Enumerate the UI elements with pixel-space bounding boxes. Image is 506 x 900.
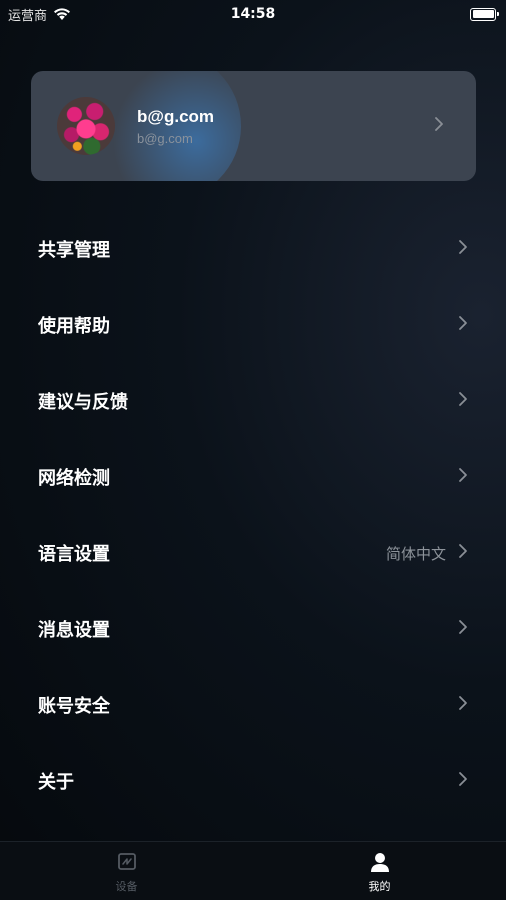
chevron-right-icon <box>456 771 470 792</box>
chevron-right-icon <box>432 116 446 137</box>
language-value: 简体中文 <box>385 544 446 563</box>
menu-item-label: 建议与反馈 <box>38 392 128 413</box>
menu-item-label: 共享管理 <box>38 240 110 261</box>
wifi-icon <box>54 8 71 20</box>
menu-item-about[interactable]: 关于 <box>0 743 506 819</box>
tab-bar: 设备 我的 <box>0 841 506 900</box>
profile-card[interactable]: b@g.com b@g.com <box>31 71 476 181</box>
tab-mine[interactable]: 我的 <box>253 842 506 900</box>
battery-icon <box>470 7 499 21</box>
status-bar: 运营商 14:58 <box>0 0 506 28</box>
chevron-right-icon <box>456 467 470 488</box>
chevron-right-icon <box>456 315 470 336</box>
profile-text: b@g.com b@g.com <box>137 107 432 146</box>
tab-label: 我的 <box>368 880 391 893</box>
menu-item-feedback[interactable]: 建议与反馈 <box>0 363 506 439</box>
menu-item-label: 网络检测 <box>38 468 110 489</box>
chevron-right-icon <box>456 391 470 412</box>
menu-item-label: 语言设置 <box>38 544 110 565</box>
chevron-right-icon <box>456 239 470 260</box>
profile-name: b@g.com <box>137 106 215 126</box>
menu-item-help[interactable]: 使用帮助 <box>0 287 506 363</box>
menu-item-label: 关于 <box>38 772 74 793</box>
tab-label: 设备 <box>115 880 138 893</box>
device-icon <box>117 853 136 870</box>
menu-list: 共享管理 使用帮助 建议与反馈 网络检测 语言设置 简体中文 消息设置 账号安全… <box>0 211 506 819</box>
chevron-right-icon <box>456 695 470 716</box>
status-left: 运营商 <box>8 5 71 24</box>
person-icon <box>370 853 389 872</box>
tab-devices[interactable]: 设备 <box>0 842 253 900</box>
profile-email: b@g.com <box>137 130 193 146</box>
chevron-right-icon <box>456 619 470 640</box>
menu-item-account-security[interactable]: 账号安全 <box>0 667 506 743</box>
menu-item-label: 账号安全 <box>38 696 110 717</box>
menu-item-message-settings[interactable]: 消息设置 <box>0 591 506 667</box>
avatar <box>57 97 115 155</box>
menu-item-language[interactable]: 语言设置 简体中文 <box>0 515 506 591</box>
menu-item-share-management[interactable]: 共享管理 <box>0 211 506 287</box>
status-time: 14:58 <box>230 6 276 22</box>
menu-item-label: 使用帮助 <box>38 316 110 337</box>
menu-item-label: 消息设置 <box>38 620 110 641</box>
battery-fill <box>472 10 494 18</box>
chevron-right-icon <box>456 543 470 564</box>
carrier-label: 运营商 <box>8 8 48 24</box>
menu-item-network-check[interactable]: 网络检测 <box>0 439 506 515</box>
